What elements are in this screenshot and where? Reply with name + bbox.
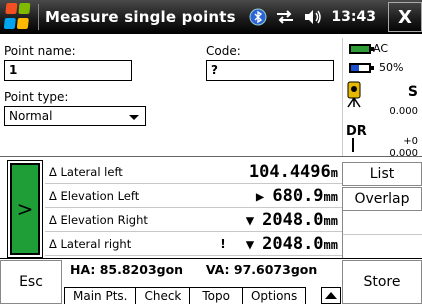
battery-half-icon <box>349 62 374 73</box>
ac-label: AC <box>373 42 389 55</box>
measurement-name: Δ Elevation Left <box>49 188 140 203</box>
measurement-name: Δ Lateral right <box>49 236 132 251</box>
code-label: Code: <box>206 44 241 58</box>
tab-main-pts[interactable]: Main Pts. <box>64 287 137 304</box>
measurement-row[interactable]: Δ Elevation Right ▼ 2048.0mm <box>45 208 342 232</box>
connectivity-icon[interactable] <box>275 8 295 26</box>
direction-arrow-icon: ▼ <box>245 236 255 253</box>
window-title: Measure single points <box>45 8 236 26</box>
measurement-row[interactable]: Δ Lateral right ! ▼ 2048.0mm <box>45 232 342 256</box>
instrument-mode: S <box>407 84 418 100</box>
dr-value: 0.000 <box>389 148 418 159</box>
measurement-value: 104.4496m <box>248 161 338 182</box>
list-button[interactable]: List <box>342 162 422 186</box>
chevron-down-icon <box>129 115 139 120</box>
tray-icons: 13:43 <box>249 0 376 34</box>
tab-bar: Main Pts. Check Topo Options <box>64 287 307 304</box>
clock[interactable]: 13:43 <box>331 9 376 25</box>
measurement-name: Δ Lateral left <box>49 164 123 179</box>
direction-arrow-icon: ▶ <box>255 188 265 205</box>
windows-logo-icon[interactable] <box>2 2 35 32</box>
battery-status: 50% <box>349 61 403 74</box>
warning-flag: ! <box>220 236 226 251</box>
esc-button[interactable]: Esc <box>0 260 62 304</box>
dr-label: DR <box>346 124 367 139</box>
speaker-icon[interactable] <box>303 8 323 26</box>
expand-panel-button[interactable]: > <box>10 163 40 255</box>
chevron-right-icon: > <box>16 197 34 221</box>
tab-topo[interactable]: Topo <box>189 287 243 304</box>
empty-side-slot <box>342 211 422 235</box>
divider <box>0 156 422 157</box>
empty-side-slot <box>342 235 422 259</box>
scroll-up-button[interactable] <box>321 287 341 304</box>
measurement-value: ▼ 2048.0mm <box>245 233 338 254</box>
point-type-dropdown[interactable]: Normal <box>4 106 146 126</box>
status-panel: AC 50% S 0.000 DR +0 0.000 <box>342 38 422 159</box>
store-button[interactable]: Store <box>342 260 422 304</box>
va-readout: VA: 97.6073gon <box>205 262 318 277</box>
measurement-name: Δ Elevation Right <box>49 212 148 227</box>
point-name-label: Point name: <box>4 44 76 58</box>
code-field[interactable]: ? <box>206 60 334 81</box>
total-station-icon <box>347 81 361 108</box>
direction-arrow-icon: ▼ <box>245 212 255 229</box>
tab-options[interactable]: Options <box>241 287 307 304</box>
ac-power-status: AC <box>349 42 388 55</box>
point-name-field[interactable]: 1 <box>4 60 132 81</box>
measurement-value: ▼ 2048.0mm <box>245 209 338 230</box>
divider <box>0 258 422 259</box>
close-button[interactable]: X <box>388 2 422 32</box>
measurement-row[interactable]: Δ Lateral left 104.4496m <box>45 160 342 184</box>
angle-readout: HA: 85.8203gon VA: 97.6073gon <box>70 262 317 277</box>
dr-offset: +0 <box>403 136 418 147</box>
point-type-label: Point type: <box>4 90 69 104</box>
tab-check[interactable]: Check <box>135 287 191 304</box>
battery-percent: 50% <box>379 61 404 74</box>
title-separator <box>38 4 39 30</box>
point-type-value: Normal <box>9 109 53 123</box>
battery-full-icon <box>349 43 374 54</box>
measurement-value: ▶ 680.9mm <box>255 185 338 206</box>
title-bar: Measure single points 13:43 X <box>0 0 422 34</box>
ha-readout: HA: 85.8203gon <box>70 262 184 277</box>
overlap-button[interactable]: Overlap <box>342 187 422 211</box>
prism-pole-icon <box>352 138 354 152</box>
instrument-value: 0.000 <box>389 106 418 117</box>
bluetooth-icon[interactable] <box>249 8 267 26</box>
measurement-row[interactable]: Δ Elevation Left ▶ 680.9mm <box>45 184 342 208</box>
